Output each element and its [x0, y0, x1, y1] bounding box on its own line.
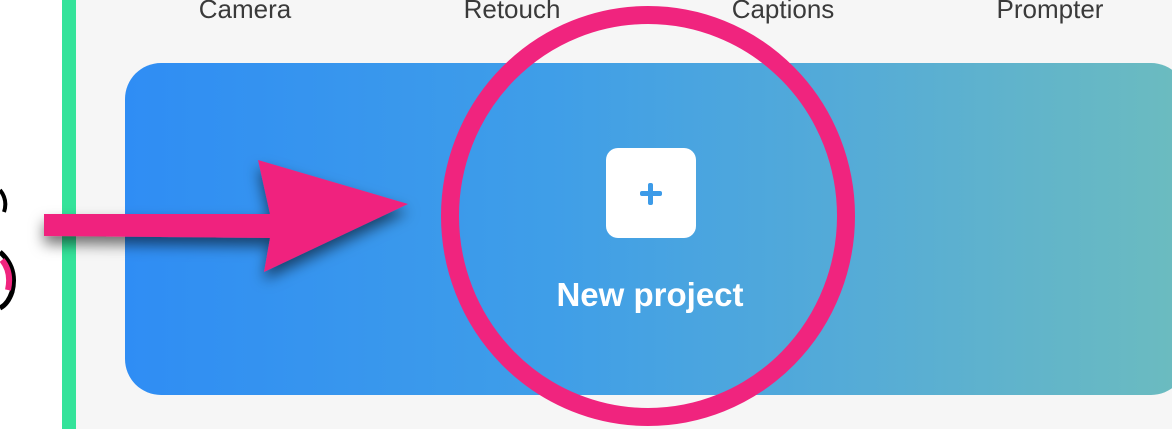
annotation-overlay	[0, 6, 855, 426]
edge-mark-top	[0, 188, 8, 213]
edge-mark-pink	[0, 258, 13, 291]
pointer-arrow-icon	[44, 160, 408, 272]
highlight-circle	[441, 6, 855, 426]
